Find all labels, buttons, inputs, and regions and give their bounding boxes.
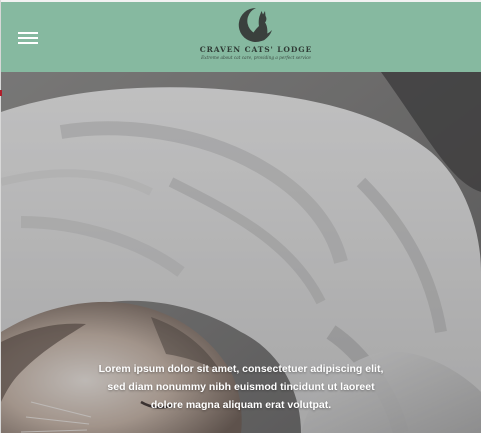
hero-banner: Lorem ipsum dolor sit amet, consectetuer… <box>1 72 481 433</box>
logo-name: CRAVEN CATS' LODGE <box>199 45 313 54</box>
edge-marker <box>0 90 2 96</box>
hamburger-menu-button[interactable] <box>15 27 41 49</box>
hamburger-menu-icon <box>18 32 38 34</box>
site-logo[interactable]: CRAVEN CATS' LODGE Extreme about cat car… <box>191 6 321 70</box>
cat-silhouette-icon <box>238 7 272 42</box>
logo-tagline: Extreme about cat care, providing a perf… <box>201 55 311 60</box>
site-header: CRAVEN CATS' LODGE Extreme about cat car… <box>1 2 481 72</box>
left-border <box>0 0 1 433</box>
hero-caption: Lorem ipsum dolor sit amet, consectetuer… <box>98 362 384 411</box>
